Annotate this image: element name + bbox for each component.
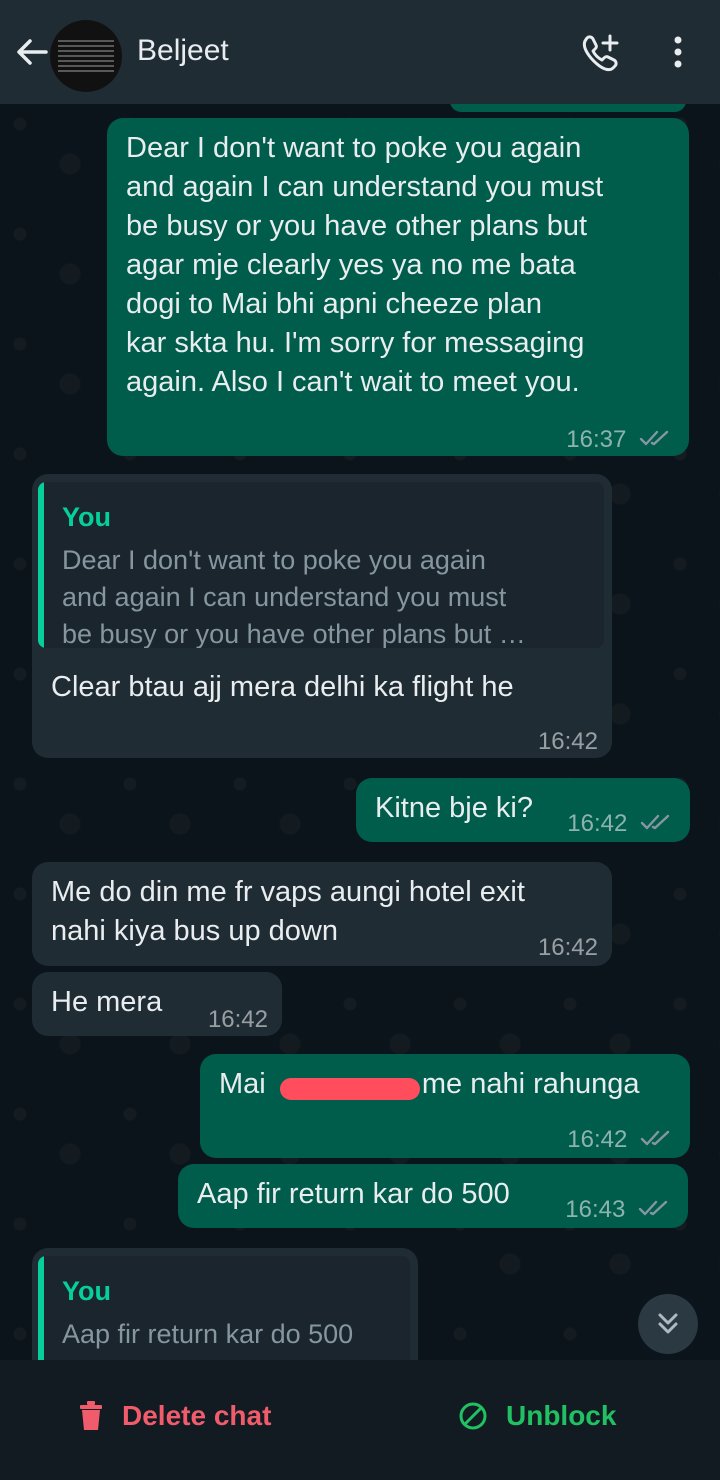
message-time: 16:43 [565, 1196, 626, 1223]
message-bubble-outgoing[interactable]: Dear I don't want to poke you again and … [107, 118, 689, 456]
message-text: Me do din me fr vaps aungi hotel exit na… [51, 873, 525, 951]
message-text: Kitne bje ki? [375, 792, 533, 824]
message-meta: 16:42 [567, 804, 672, 844]
chat-area[interactable]: Dear I don't want to poke you again and … [0, 104, 720, 1360]
quote-accent-bar [38, 482, 44, 648]
more-vert-icon[interactable] [660, 30, 696, 74]
message-line: Me do din me fr vaps aungi hotel exit [51, 876, 525, 908]
message-line: nahi kiya bus up down [51, 915, 338, 947]
message-bubble-incoming[interactable]: He mera 16:42 [32, 972, 282, 1036]
message-time: 16:42 [567, 1126, 628, 1153]
message-line: agar mje clearly yes ya no me bata [126, 249, 576, 281]
message-text: Dear I don't want to poke you again and … [126, 129, 686, 402]
unblock-label: Unblock [506, 1400, 617, 1431]
double-check-icon [640, 1121, 672, 1160]
add-call-icon[interactable] [578, 30, 622, 74]
message-text: He mera [51, 986, 163, 1018]
message-line: Dear I don't want to poke you again [126, 132, 582, 164]
message-bubble-incoming[interactable]: You Aap fir return kar do 500 [32, 1248, 418, 1360]
message-line: be busy or you have other plans but [126, 210, 588, 242]
contact-name[interactable]: Beljeet [137, 34, 229, 68]
message-meta: 16:42 [567, 1120, 672, 1160]
quote-accent-bar [38, 1256, 44, 1360]
message-line: again. Also I can't wait to meet you. [126, 366, 580, 398]
quote-line: be busy or you have other plans but … [62, 619, 526, 648]
contact-avatar[interactable] [50, 20, 122, 92]
quote-sender: You [62, 502, 111, 532]
delete-chat-button[interactable]: Delete chat [78, 1400, 271, 1432]
message-meta: 16:43 [565, 1190, 670, 1230]
quoted-message[interactable]: You Dear I don't want to poke you again … [38, 482, 604, 648]
message-bubble-outgoing[interactable]: Mai me nahi rahunga 16:42 [200, 1054, 690, 1158]
message-bubble-incoming[interactable]: You Dear I don't want to poke you again … [32, 474, 612, 758]
quote-text: Aap fir return kar do 500 [62, 1319, 354, 1349]
quoted-message[interactable]: You Aap fir return kar do 500 [38, 1256, 410, 1360]
message-time: 16:42 [567, 810, 628, 837]
double-check-icon [638, 1191, 670, 1230]
blocked-actions-bar: Delete chat Unblock [0, 1360, 720, 1480]
quote-line: Dear I don't want to poke you again [62, 545, 486, 575]
message-text: Clear btau ajj mera delhi ka flight he [51, 671, 514, 703]
message-bubble-outgoing[interactable]: Aap fir return kar do 500 16:43 [178, 1164, 688, 1228]
quote-line: and again I can understand you must [62, 582, 507, 612]
trash-icon [80, 1401, 102, 1430]
message-time: 16:42 [537, 728, 598, 755]
double-check-icon [640, 805, 672, 844]
chat-header: Beljeet [0, 0, 720, 104]
message-line: dogi to Mai bhi apni cheeze plan [126, 288, 542, 320]
message-bubble-partial[interactable] [450, 104, 686, 112]
message-time: 16:42 [207, 1006, 268, 1033]
message-bubble-incoming[interactable]: Me do din me fr vaps aungi hotel exit na… [32, 862, 612, 966]
message-text: Aap fir return kar do 500 [197, 1178, 510, 1210]
message-time: 16:37 [566, 426, 627, 453]
quote-sender: You [62, 1276, 111, 1306]
delete-chat-label: Delete chat [122, 1400, 272, 1431]
message-meta: 16:37 [566, 420, 671, 460]
double-chevron-down-icon [658, 1313, 678, 1334]
unblock-icon [459, 1402, 487, 1430]
message-time: 16:42 [537, 934, 598, 961]
message-bubble-outgoing[interactable]: Kitne bje ki? 16:42 [356, 778, 690, 842]
unblock-button[interactable]: Unblock [458, 1400, 616, 1432]
message-line: and again I can understand you must [126, 171, 604, 203]
scroll-to-bottom-button[interactable] [638, 1294, 698, 1354]
back-arrow-icon[interactable] [10, 30, 54, 74]
redaction-mark [280, 1078, 420, 1100]
message-text-before: Mai [219, 1068, 266, 1100]
avatar-image [58, 37, 114, 75]
double-check-icon [639, 421, 671, 460]
message-line: kar skta hu. I'm sorry for messaging [126, 327, 585, 359]
quote-text: Dear I don't want to poke you again and … [62, 542, 526, 648]
message-text-after: me nahi rahunga [421, 1068, 640, 1100]
